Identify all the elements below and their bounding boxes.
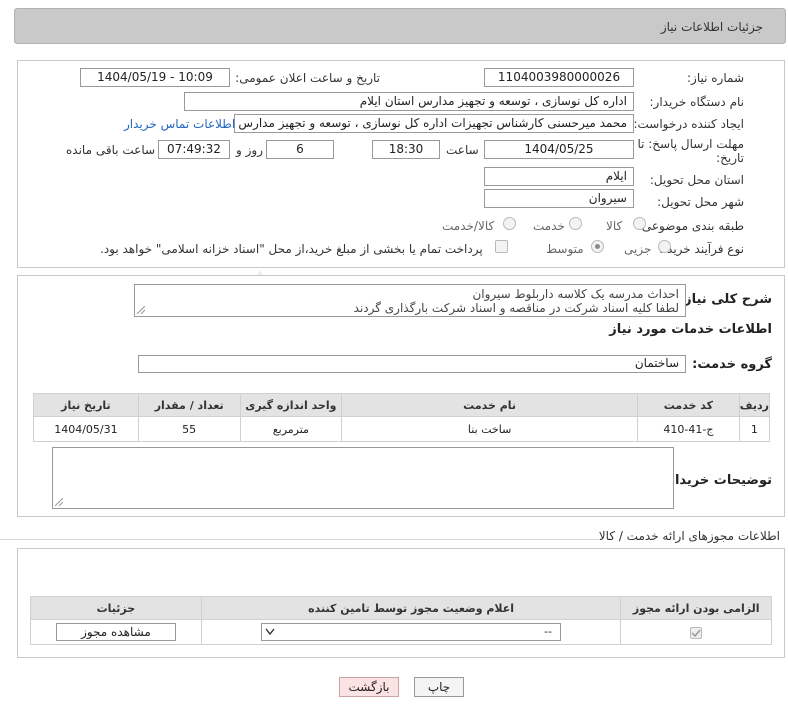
required-checkbox [690,626,703,639]
col-header-details: جزئیات [30,596,202,620]
announce-field: 1404/05/19 - 10:09 [80,68,230,87]
col-header-name: نام خدمت [341,393,639,417]
description-line-1: احداث مدرسه یک کلاسه داربلوط سیروان [472,287,679,301]
cell-unit: مترمربع [239,416,343,442]
creator-label: ایجاد کننده درخواست: [633,117,744,131]
province-label: استان محل تحویل: [649,173,744,187]
back-button[interactable]: بازگشت [339,677,399,697]
cell-required [620,619,772,645]
table-row: 1 ج-41-410 ساخت بنا مترمربع 55 1404/05/3… [33,416,771,442]
resize-handle-icon [55,498,63,506]
services-table-header: ردیف کد خدمت نام خدمت واحد اندازه گیری ت… [33,393,771,417]
cell-index: 1 [738,416,771,442]
process-label: نوع فرآیند خرید : [659,242,744,256]
need-number-label: شماره نیاز: [687,71,744,85]
deadline-label: مهلت ارسال پاسخ: تا [637,137,744,151]
status-select-value: -- [544,625,553,638]
category-radio-goods[interactable] [633,217,646,230]
chevron-down-icon [265,628,275,636]
cell-date: 1404/05/31 [33,416,139,442]
process-radio-medium[interactable] [591,240,604,253]
deadline-date-field: 1404/05/25 [484,140,634,159]
licenses-table-header: الزامی بودن ارائه مجوز اعلام وضعیت مجوز … [30,596,772,620]
cell-qty: 55 [137,416,241,442]
category-radio-both[interactable] [503,217,516,230]
category-option-service: خدمت [533,219,565,233]
buyer-notes-label: توضیحات خریدار: [662,473,772,488]
cell-name: ساخت بنا [341,416,639,442]
print-button[interactable]: چاپ [414,677,464,697]
buyer-org-label: نام دستگاه خریدار: [649,95,745,109]
licenses-table: الزامی بودن ارائه مجوز اعلام وضعیت مجوز … [30,596,772,645]
process-option-medium: متوسط [546,242,584,256]
province-field: ایلام [484,167,634,186]
contact-link[interactable]: اطلاعات تماس خریدار [124,117,235,131]
deadline-time-field: 18:30 [372,140,440,159]
payment-note: پرداخت تمام یا بخشی از مبلغ خرید،از محل … [100,242,483,256]
services-section-title: اطلاعات خدمات مورد نیاز [609,322,772,337]
col-header-index: ردیف [738,393,771,417]
time-label: ساعت [446,143,479,157]
days-label: روز و [236,143,263,157]
table-row: -- مشاهده مجوز [30,619,772,645]
category-option-goods: کالا [606,219,623,233]
cell-status: -- [200,619,622,645]
page-title: جزئیات اطلاعات نیاز [660,20,763,34]
process-radio-minor[interactable] [658,240,671,253]
buyer-org-field: اداره کل نوسازی ، توسعه و تجهیز مدارس اس… [184,92,634,111]
header-panel: جزئیات اطلاعات نیاز [14,8,786,44]
creator-field: محمد میرحسنی کارشناس تجهیزات اداره کل نو… [234,114,634,133]
col-header-required: الزامی بودن ارائه مجوز [620,596,772,620]
col-header-qty: تعداد / مقدار [137,393,241,417]
cell-details: مشاهده مجوز [30,619,202,645]
description-textarea[interactable]: احداث مدرسه یک کلاسه داربلوط سیروان لطفا… [134,284,686,317]
service-group-field: ساختمان [138,355,686,373]
buyer-notes-textarea[interactable] [52,447,674,509]
category-label: طبقه بندی موضوعی: [637,219,744,233]
check-icon [691,629,701,637]
process-option-minor: جزیی [624,242,652,256]
category-radio-service[interactable] [569,217,582,230]
licenses-divider [0,539,600,540]
view-license-button[interactable]: مشاهده مجوز [55,623,176,641]
description-label: شرح کلی نیاز: [678,292,772,307]
service-group-label: گروه خدمت: [692,357,772,372]
col-header-date: تاریخ نیاز [33,393,139,417]
remaining-time-field: 07:49:32 [158,140,230,159]
city-field: سیروان [484,189,634,208]
treasury-payment-checkbox[interactable] [495,240,508,253]
col-header-status: اعلام وضعیت مجوز توسط تامین کننده [200,596,622,620]
col-header-code: کد خدمت [637,393,740,417]
resize-handle-icon [137,306,145,314]
services-table: ردیف کد خدمت نام خدمت واحد اندازه گیری ت… [33,393,771,442]
licenses-title: اطلاعات مجوزهای ارائه خدمت / کالا [598,529,780,543]
description-line-2: لطفا کلیه اسناد شرکت در مناقصه و اسناد ش… [353,301,679,315]
days-field: 6 [266,140,334,159]
remaining-label: ساعت باقی مانده [66,143,156,157]
category-option-both: کالا/خدمت [442,219,495,233]
need-number-field: 1104003980000026 [484,68,634,87]
col-header-unit: واحد اندازه گیری [239,393,343,417]
city-label: شهر محل تحویل: [657,195,744,209]
announce-label: تاریخ و ساعت اعلان عمومی: [235,71,380,85]
status-select[interactable]: -- [261,623,562,641]
cell-code: ج-41-410 [637,416,740,442]
deadline-label-date: تاریخ: [716,151,744,165]
